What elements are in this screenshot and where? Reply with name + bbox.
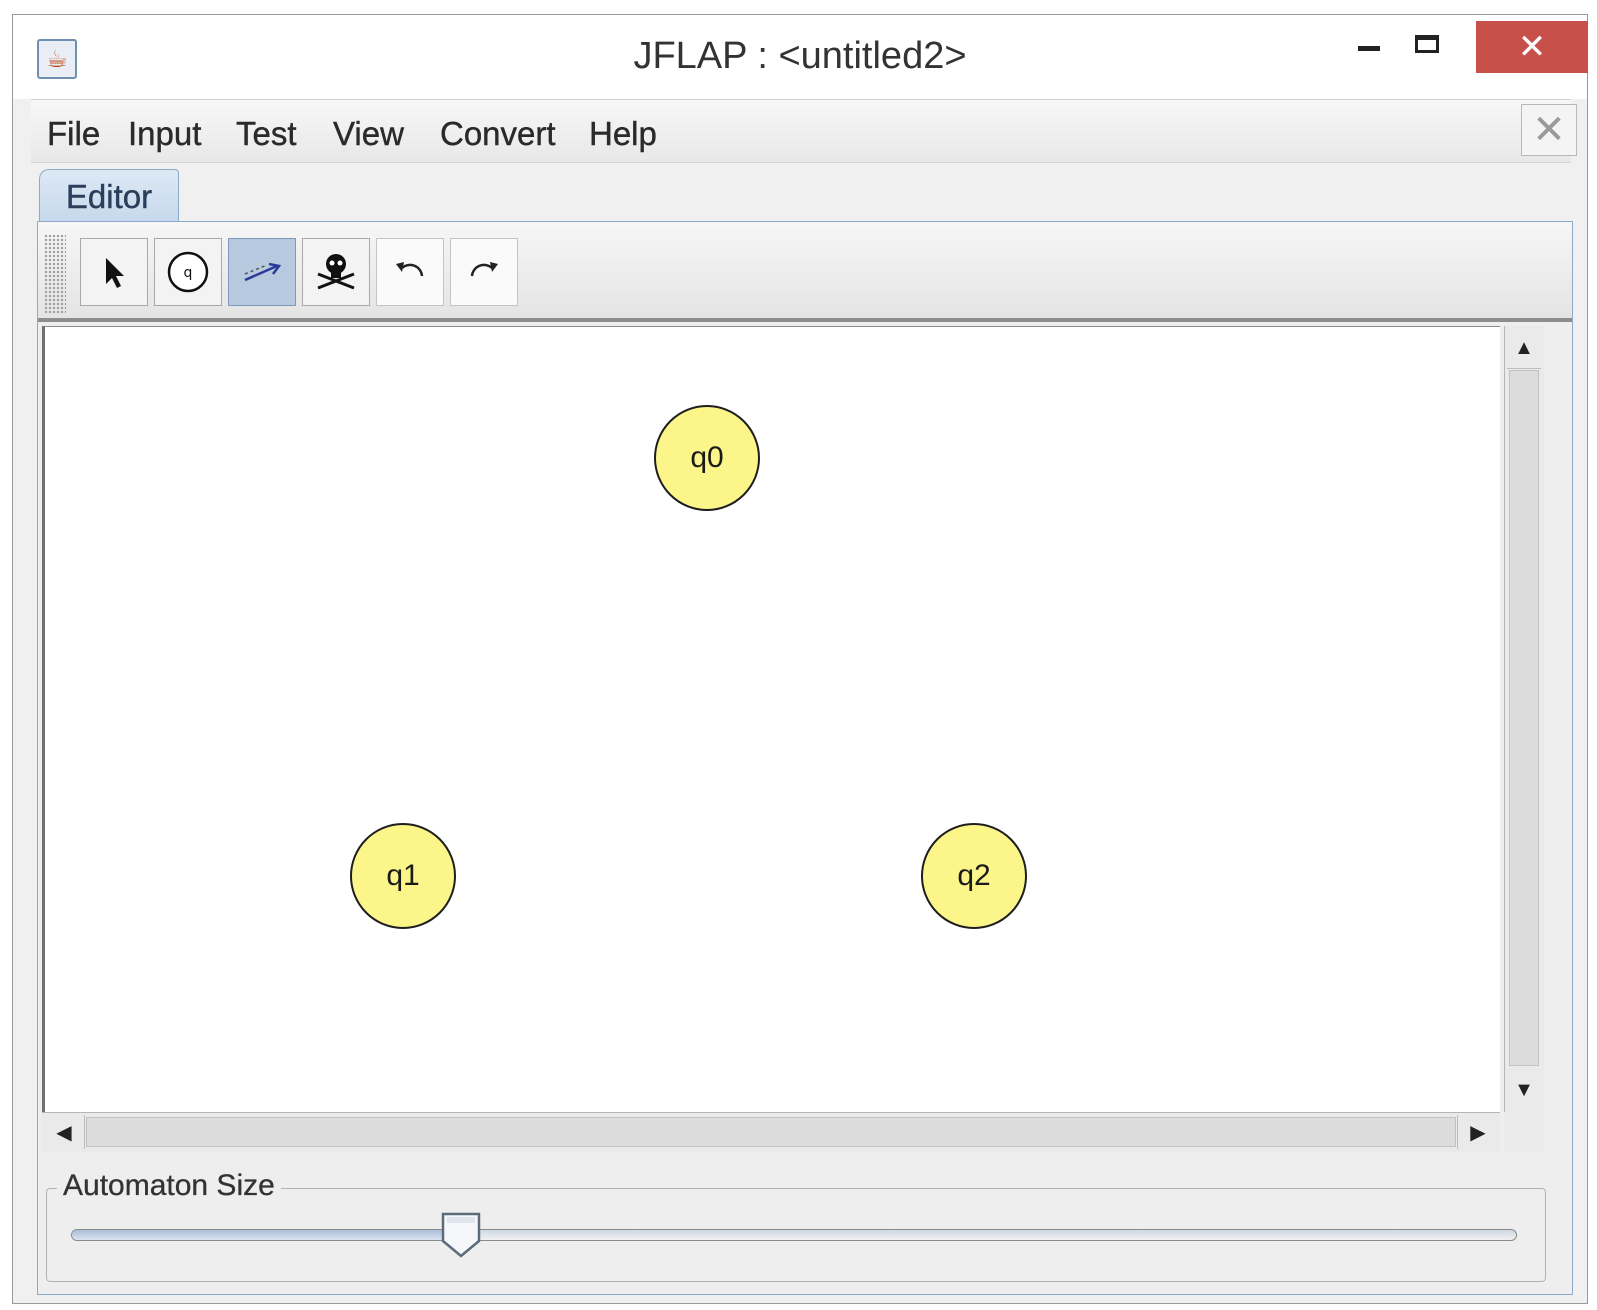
automaton-size-slider-track[interactable] — [71, 1229, 1517, 1241]
automaton-size-slider-fill — [72, 1230, 462, 1240]
close-icon: ✕ — [1517, 28, 1547, 66]
pointer-arrow-icon — [106, 258, 124, 288]
vertical-scrollbar[interactable]: ▲ ▼ — [1504, 326, 1544, 1112]
jflap-window: ☕ JFLAP : <untitled2> ✕ File Input Test … — [12, 14, 1588, 1304]
state-q0[interactable]: q0 — [654, 405, 760, 511]
minimize-button[interactable] — [1341, 15, 1397, 73]
close-button[interactable]: ✕ — [1476, 21, 1588, 73]
state-q2[interactable]: q2 — [921, 823, 1027, 929]
skull-crossbones-icon — [317, 254, 355, 290]
title-bar: ☕ JFLAP : <untitled2> ✕ — [13, 15, 1588, 99]
vertical-scroll-track[interactable] — [1509, 370, 1539, 1066]
menu-view[interactable]: View — [333, 115, 404, 153]
state-q1[interactable]: q1 — [350, 823, 456, 929]
deleter-tool-button[interactable] — [302, 238, 370, 306]
menu-file[interactable]: File — [47, 115, 101, 153]
state-circle-icon: q — [167, 251, 209, 293]
scroll-left-icon[interactable]: ◀ — [44, 1115, 85, 1149]
scroll-right-icon[interactable]: ▶ — [1457, 1115, 1498, 1149]
automaton-size-label: Automaton Size — [57, 1169, 281, 1203]
automaton-canvas[interactable]: q0 q1 q2 — [42, 326, 1500, 1112]
minimize-icon — [1358, 45, 1380, 51]
transition-arrow-icon — [244, 262, 282, 282]
menu-convert[interactable]: Convert — [440, 115, 556, 153]
attribute-editor-tool-button[interactable] — [80, 238, 148, 306]
menu-bar: File Input Test View Convert Help ✕ — [31, 99, 1577, 163]
maximize-icon — [1415, 35, 1439, 53]
scroll-up-icon[interactable]: ▲ — [1507, 328, 1541, 369]
close-tab-button[interactable]: ✕ — [1521, 104, 1577, 156]
undo-icon — [396, 262, 424, 277]
horizontal-scroll-track[interactable] — [86, 1117, 1456, 1147]
maximize-button[interactable] — [1397, 15, 1457, 73]
transition-creator-tool-button[interactable] — [228, 238, 296, 306]
undo-button[interactable] — [376, 238, 444, 306]
redo-icon — [470, 262, 498, 277]
scroll-down-icon[interactable]: ▼ — [1507, 1070, 1541, 1110]
scrollbar-corner — [1504, 1112, 1544, 1152]
toolbar-grip-handle[interactable] — [44, 234, 66, 314]
menu-input[interactable]: Input — [128, 115, 202, 153]
menu-help[interactable]: Help — [589, 115, 657, 153]
editor-panel: q q0 q1 q2 ▲ ▼ ◀ ▶ Automaton Size — [37, 221, 1573, 1295]
redo-button[interactable] — [450, 238, 518, 306]
editor-toolbar: q — [38, 222, 1572, 322]
horizontal-scrollbar[interactable]: ◀ ▶ — [42, 1112, 1500, 1152]
close-icon: ✕ — [1532, 108, 1566, 152]
state-creator-tool-button[interactable]: q — [154, 238, 222, 306]
svg-text:q: q — [184, 265, 193, 281]
automaton-size-slider-thumb[interactable] — [439, 1211, 483, 1259]
automaton-size-group: Automaton Size — [46, 1169, 1546, 1282]
menu-test[interactable]: Test — [236, 115, 297, 153]
tab-editor[interactable]: Editor — [39, 169, 179, 223]
